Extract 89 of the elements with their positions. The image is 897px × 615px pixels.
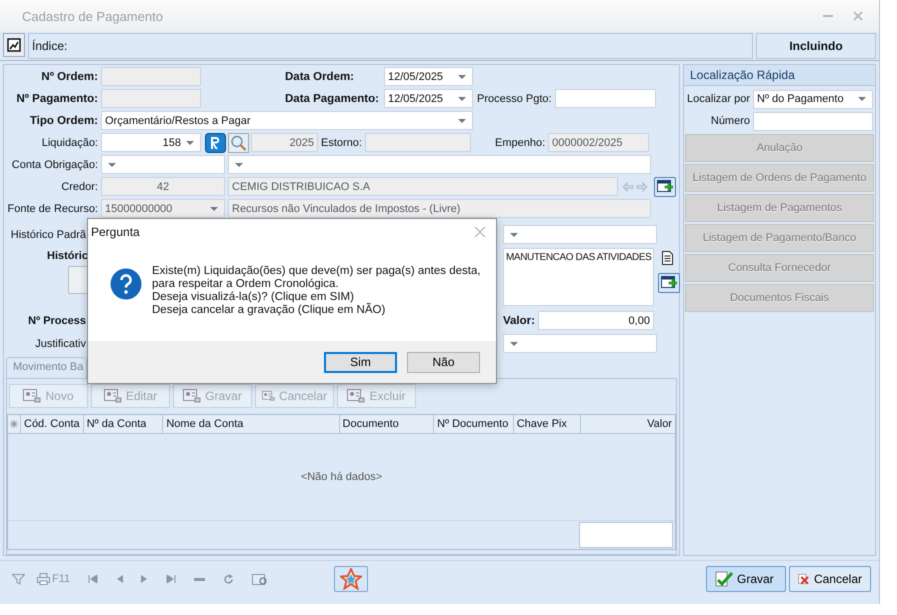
date-field[interactable]: 12/05/2025 <box>384 67 473 86</box>
dialog-button[interactable]: Sim <box>324 352 397 372</box>
cancel-icon <box>798 571 810 587</box>
add-button[interactable] <box>658 273 680 293</box>
field-label: Localizar por <box>686 93 750 105</box>
field-label: Conta Obrigação: <box>10 158 98 170</box>
next-icon[interactable] <box>141 575 148 583</box>
column-header[interactable]: Nome da Conta <box>162 415 339 433</box>
field-label: Nº Process <box>27 314 86 326</box>
edit-button[interactable] <box>68 266 88 294</box>
dialog-title: Pergunta <box>91 225 140 239</box>
document-icon[interactable] <box>662 251 673 265</box>
empty-message: <Não há dados> <box>300 471 382 483</box>
process-field[interactable] <box>554 89 656 108</box>
value-field[interactable]: 0,00 <box>538 311 654 330</box>
dropdown-arrow-icon[interactable] <box>510 342 518 346</box>
field-label: Empenho: <box>495 136 546 148</box>
column-header[interactable]: Chave Pix <box>512 415 580 433</box>
field-label: Fonte de Recurso: <box>6 202 98 214</box>
dropdown-arrow-icon[interactable] <box>510 232 518 236</box>
field-label: Valor: <box>503 314 535 326</box>
image-icon <box>7 38 21 52</box>
close-icon[interactable] <box>474 226 486 238</box>
panel-title: Localização Rápida <box>684 65 875 86</box>
r-icon[interactable] <box>205 132 226 152</box>
field-label: Estorno: <box>321 136 363 148</box>
left-right-arrows-icon[interactable] <box>622 182 648 192</box>
dialog-message: Existe(m) Liquidação(ões) que deve(m) ser paga(s) antes desta, para respeitar a Ordem Cronológica. Deseja visualizá-la(s)? (Clique em SIM) Deseja cancelar a gravação (Clique em NÃO) <box>152 265 481 317</box>
number-field[interactable] <box>753 112 873 130</box>
search-by-select[interactable]: Nº do Pagamento <box>753 90 873 108</box>
card-icon <box>262 389 275 403</box>
add-window-icon <box>657 180 673 194</box>
close-icon[interactable] <box>853 11 863 21</box>
field-label: Históric <box>46 250 88 262</box>
card-icon <box>23 389 42 403</box>
field-label: Tipo Ordem: <box>28 114 98 126</box>
dropdown-arrow-icon[interactable] <box>458 118 466 122</box>
minus-icon[interactable] <box>194 578 206 580</box>
dropdown-arrow-icon[interactable] <box>108 162 116 166</box>
card-icon <box>104 389 122 403</box>
field-label: Credor: <box>60 180 98 192</box>
field-label: Justificativ <box>34 338 86 350</box>
window-title: Cadastro de Pagamento <box>22 8 164 24</box>
dropdown-arrow-icon[interactable] <box>186 140 194 144</box>
field-label: Data Ordem: <box>285 70 356 82</box>
column-header[interactable]: Nº Documento <box>433 415 513 433</box>
asterisk-icon <box>8 420 20 428</box>
first-icon[interactable] <box>88 575 98 583</box>
date-field[interactable]: 12/05/2025 <box>384 89 473 108</box>
favorite-button[interactable] <box>334 566 368 592</box>
column-header[interactable]: Nº da Conta <box>82 415 162 433</box>
liquidation-select[interactable]: 158 <box>101 133 201 152</box>
add-button[interactable] <box>654 176 676 196</box>
index-label: Índice: <box>32 39 68 53</box>
field-label: Histórico Padrã <box>10 228 86 240</box>
history-textarea[interactable]: MANUTENCAO DAS ATIVIDADES <box>503 248 654 306</box>
dropdown-arrow-icon[interactable] <box>235 162 243 166</box>
field-label: Data Pagamento: <box>285 92 380 104</box>
dropdown-arrow-icon[interactable] <box>858 97 866 101</box>
status-label: Incluindo <box>756 33 876 59</box>
field-label: Processo Pgto: <box>477 92 552 104</box>
column-header[interactable]: Cód. Conta <box>20 415 83 433</box>
add-window-icon <box>661 276 678 290</box>
column-header[interactable]: Documento <box>338 415 434 433</box>
card-icon <box>347 389 366 403</box>
column-header[interactable]: Valor <box>580 415 675 433</box>
printer-icon <box>37 573 50 585</box>
save-button[interactable]: Gravar <box>706 566 786 592</box>
filter-icon[interactable] <box>12 574 25 584</box>
year-field[interactable]: 2025 <box>251 133 318 152</box>
question-icon <box>110 268 142 300</box>
field-label: Número <box>710 115 750 127</box>
check-icon <box>715 571 733 587</box>
previous-icon[interactable] <box>116 575 124 583</box>
cancel-button[interactable]: Cancelar <box>789 566 871 592</box>
find-icon[interactable] <box>252 572 268 586</box>
field-label: Nº Ordem: <box>40 70 98 82</box>
order-type-select[interactable]: Orçamentário/Restos a Pagar <box>101 111 473 130</box>
index-field[interactable]: Índice: <box>28 33 753 59</box>
field-label: Nº Pagamento: <box>15 92 98 104</box>
dialog-button[interactable]: Não <box>407 352 480 372</box>
dropdown-arrow-icon[interactable] <box>458 96 466 100</box>
card-icon <box>183 389 202 403</box>
field-label: Liquidação: <box>40 136 98 148</box>
refresh-icon[interactable] <box>223 574 234 584</box>
star-icon <box>340 568 362 590</box>
index-button[interactable] <box>3 33 25 57</box>
last-icon[interactable] <box>166 575 176 583</box>
dropdown-arrow-icon[interactable] <box>458 74 466 78</box>
